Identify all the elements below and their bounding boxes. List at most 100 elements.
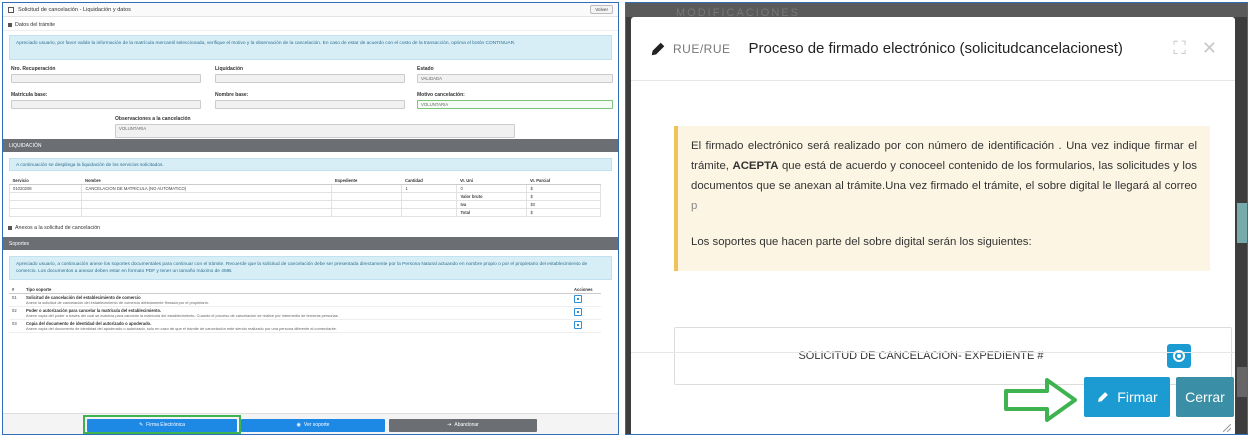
background-header: MODIFICACIONES <box>626 3 1247 19</box>
background-tab <box>1237 367 1247 397</box>
recuperacion-group: Nro. Recuperación <box>11 66 201 83</box>
abandonar-button[interactable]: ⇥ Abandonar <box>389 418 537 432</box>
ver-soporte-label: Ver soporte <box>303 422 330 428</box>
firmado-warning: El firmado electrónico será realizado po… <box>674 126 1210 271</box>
estado-label: Estado <box>417 66 434 72</box>
matricula-field[interactable] <box>11 100 201 109</box>
row-content: Copia del documento de identidad del aut… <box>23 319 571 333</box>
table-row: Iva $0 <box>8 200 601 209</box>
table-row: 02 Poder o autorización para cancelar la… <box>9 306 601 320</box>
table-row: Valor bruto $ <box>8 192 601 201</box>
cancelacion-form-panel: Solicitud de cancelación - Liquidación y… <box>2 2 619 435</box>
liquidacion-field[interactable] <box>215 74 405 83</box>
attachment-icon <box>8 225 12 230</box>
datos-section-heading: Datos del trámite <box>3 20 618 31</box>
row-desc: Anexe copia del documento de identidad d… <box>26 326 337 331</box>
cell-vr-uni: 0 <box>456 184 528 193</box>
arrow-right-icon <box>1004 378 1077 422</box>
observaciones-field[interactable]: VOLUNTARIA <box>115 124 515 138</box>
soportes-alert: Apreciado usuario, a continuación anexe … <box>9 256 612 280</box>
datos-form: Nro. Recuperación Liquidación Estado VAL… <box>3 64 618 169</box>
observaciones-label: Observaciones a la cancelación <box>115 116 191 122</box>
cerrar-button[interactable]: Cerrar <box>1176 377 1234 417</box>
nombre-field[interactable] <box>215 100 405 109</box>
total-label: Total <box>456 208 528 217</box>
row-num: 02 <box>9 306 23 320</box>
iva-label: Iva <box>456 200 528 209</box>
modal-footer: Firmar Cerrar <box>631 352 1235 434</box>
anexos-section-heading: Anexos a la solicitud de cancelación <box>3 222 618 233</box>
upload-icon[interactable] <box>574 308 582 316</box>
th-cantidad: Cantidad <box>401 177 457 185</box>
cerrar-label: Cerrar <box>1185 389 1225 405</box>
firmar-label: Firmar <box>1117 389 1158 405</box>
th-tipo: Tipo soporte <box>23 286 571 294</box>
row-desc: Anexe copia del poder a través del cual … <box>26 313 339 318</box>
upload-icon[interactable] <box>574 321 582 329</box>
abandonar-label: Abandonar <box>454 422 479 428</box>
form-title: Solicitud de cancelación - Liquidación y… <box>18 6 131 13</box>
datos-section-label: Datos del trámite <box>15 22 56 28</box>
liquidacion-label: Liquidación <box>215 66 244 72</box>
resize-handle-icon[interactable] <box>1223 424 1231 432</box>
table-row: 01 Solicitud de cancelación del establec… <box>9 293 601 307</box>
soportes-bar: Soportes <box>3 237 618 250</box>
nombre-group: Nombre base: <box>215 92 405 109</box>
cell-expediente <box>331 184 403 193</box>
close-icon[interactable]: ✕ <box>1202 38 1217 59</box>
estado-group: Estado VALIDADA <box>417 66 613 83</box>
upload-icon[interactable] <box>574 295 582 303</box>
row-num: 03 <box>9 319 23 333</box>
th-vr-parcial: Vr. Parcial <box>526 177 601 185</box>
total-value: $ <box>526 208 601 217</box>
matricula-group: Matrícula base: <box>11 92 201 109</box>
th-expediente: Expediente <box>331 177 402 185</box>
matricula-label: Matrícula base: <box>11 92 48 98</box>
ver-soporte-button[interactable]: ◉ Ver soporte <box>241 418 385 432</box>
nombre-label: Nombre base: <box>215 92 249 98</box>
soportes-intro: Los soportes que hacen parte del sobre d… <box>691 236 1032 248</box>
row-content: Solicitud de cancelación del establecimi… <box>23 293 571 307</box>
liquidacion-table: Servicio Nombre Expediente Cantidad Vr. … <box>8 177 601 217</box>
eye-icon: ◉ <box>296 422 301 428</box>
observaciones-group: Observaciones a la cancelación VOLUNTARI… <box>115 116 515 138</box>
row-num: 01 <box>9 293 23 307</box>
th-servicio: Servicio <box>9 177 82 185</box>
motivo-select[interactable]: VOLUNTARIA <box>417 100 613 109</box>
firmado-modal-screen: MODIFICACIONES RUE/RUE Proceso de firmad… <box>625 2 1248 435</box>
table-row: 03 Copia del documento de identidad del … <box>9 319 601 333</box>
recuperacion-field[interactable] <box>11 74 201 83</box>
th-vr-uni: Vr. Uni <box>456 177 527 185</box>
form-header: Solicitud de cancelación - Liquidación y… <box>3 3 618 17</box>
valor-bruto-value: $ <box>526 192 601 201</box>
cell-nombre: CANCELACION DE MATRICULA (NO AUTOMATICO) <box>81 184 333 193</box>
expand-icon[interactable]: ⛶ <box>1173 38 1186 59</box>
edit-icon <box>8 6 14 13</box>
valor-bruto-label: Valor bruto <box>456 192 528 201</box>
modal-prefix: RUE/RUE <box>673 41 731 56</box>
iva-value: $0 <box>526 200 601 209</box>
email-address: p <box>691 200 698 212</box>
cell-servicio: 01020208 <box>8 184 83 193</box>
back-button[interactable]: Volver <box>590 5 613 14</box>
liquidacion-group: Liquidación <box>215 66 405 83</box>
table-header-row: # Tipo soporte Acciones <box>9 286 601 294</box>
firma-highlight-box <box>83 415 241 434</box>
intro-alert: Apreciado usuario, por favor valide la i… <box>9 35 612 60</box>
modal-header: RUE/RUE Proceso de firmado electrónico (… <box>631 17 1235 81</box>
table-row: Total $ <box>8 208 601 217</box>
cell-cantidad: 1 <box>401 184 458 193</box>
table-row: 01020208 CANCELACION DE MATRICULA (NO AU… <box>8 184 601 193</box>
firmado-modal: RUE/RUE Proceso de firmado electrónico (… <box>631 17 1235 434</box>
motivo-label: Motivo cancelación: <box>417 92 465 98</box>
th-num: # <box>9 286 23 294</box>
exit-icon: ⇥ <box>447 422 452 428</box>
firmar-button[interactable]: Firmar <box>1084 377 1170 417</box>
anexos-section-label: Anexos a la solicitud de cancelación <box>15 224 101 231</box>
recuperacion-label: Nro. Recuperación <box>11 66 56 72</box>
warning-paragraph: El firmado electrónico será realizado po… <box>691 140 1197 212</box>
modal-title: Proceso de firmado electrónico (solicitu… <box>748 40 1123 57</box>
cell-vr-parcial: $ <box>526 184 601 193</box>
estado-field[interactable]: VALIDADA <box>417 74 613 83</box>
pencil-icon <box>1098 392 1109 402</box>
